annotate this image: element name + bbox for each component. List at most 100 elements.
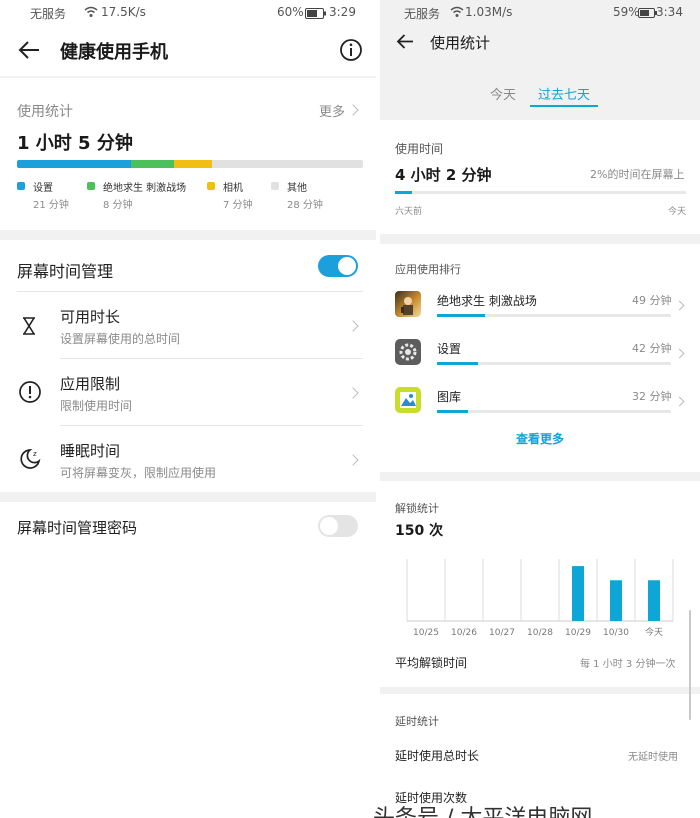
chevron-right-icon [674,396,685,407]
usage-segment [211,160,363,168]
usage-time-card: 使用时间 4 小时 2 分钟 2%的时间在屏幕上 六天前 今天 [380,120,700,234]
usage-percent-text: 2%的时间在屏幕上 [590,168,685,181]
page-title: 使用统计 [430,34,491,52]
back-arrow-icon[interactable] [396,33,414,50]
chevron-right-icon [347,104,359,116]
unlock-card: 解锁统计 150 次 10/25 10/26 10/27 10/28 10/29 10/3… [380,481,700,687]
right-screen: 无服务 1.03M/s 59% 3:34 使用统计 今天 过去七天 使用时间 4… [380,0,700,818]
usage-segment [130,160,174,168]
chevron-right-icon [347,454,359,466]
chevron-right-icon [674,348,685,359]
app-usage-bar [437,362,479,365]
app-name: 绝地求生 刺激战场 [437,294,537,308]
see-more-button[interactable]: 查看更多 [380,430,700,447]
chart-bar [648,580,660,621]
app-row[interactable]: 绝地求生 刺激战场 49 分钟 [380,280,700,326]
password-title: 屏幕时间管理密码 [17,519,138,537]
hourglass-icon [21,317,37,335]
chart-bar [572,566,584,621]
item-title: 睡眠时间 [60,442,121,460]
tab-past-seven-days[interactable]: 过去七天 [538,84,590,103]
usage-progress-bar [395,191,686,194]
legend-swatch [207,182,215,190]
avg-unlock-value: 每 1 小时 3 分钟一次 [580,659,676,670]
carrier-text: 无服务 [30,7,67,21]
chart-bar [610,580,622,621]
wifi-icon [84,6,98,18]
carrier-text: 无服务 [404,7,441,21]
item-subtitle: 设置屏幕使用的总时间 [60,332,181,346]
ranking-label: 应用使用排行 [395,263,461,276]
info-icon[interactable] [339,38,363,62]
list-item-app-limits[interactable]: 应用限制 限制使用时间 [0,359,376,425]
item-title: 可用时长 [60,308,121,326]
tab-bar: 今天 过去七天 [380,78,700,120]
legend-minutes: 8 分钟 [103,200,133,211]
left-screen: 无服务 17.5K/s 60% 3:29 健康使用手机 使用统计 更多 1 小时… [0,0,376,818]
settings-app-icon [395,339,421,365]
legend-name: 设置 [33,183,53,194]
avg-unlock-label: 平均解锁时间 [395,656,468,670]
password-toggle[interactable] [318,515,358,537]
battery-percent: 60% [277,5,304,19]
scrollbar[interactable] [689,610,691,720]
chevron-right-icon [347,320,359,332]
moon-icon: z [18,447,42,471]
app-time: 42 分钟 [632,342,672,355]
legend-swatch [17,182,25,190]
usage-stacked-bar [17,160,363,168]
delay-label: 延时统计 [395,715,439,728]
list-item-available-time[interactable]: 可用时长 设置屏幕使用的总时间 [0,292,376,358]
game-app-icon [395,291,421,317]
clock: 3:29 [329,5,356,19]
app-time: 49 分钟 [632,294,672,307]
network-speed: 17.5K/s [101,5,146,19]
legend-swatch [271,182,279,190]
usage-segment [173,160,212,168]
unlock-count: 150 次 [395,523,444,539]
legend-swatch [87,182,95,190]
chart-tick-label: 10/29 [565,628,591,638]
more-link[interactable]: 更多 [319,101,345,120]
watermark: 头条号 / 太平洋电脑网 [373,800,592,818]
unlock-label: 解锁统计 [395,502,439,515]
item-title: 应用限制 [60,375,121,393]
delay-total-value: 无延时使用 [628,752,678,763]
tab-indicator [530,105,598,107]
app-time: 32 分钟 [632,390,672,403]
clock: 3:34 [656,5,683,19]
battery-icon [305,8,327,19]
legend-minutes: 7 分钟 [223,200,253,211]
usage-total: 1 小时 5 分钟 [17,133,133,154]
app-row[interactable]: 图库 32 分钟 [380,376,700,422]
screen-time-card: 屏幕时间管理 可用时长 设置屏幕使用的总时间 应用限制 限制使用时间 z 睡眠时 [0,240,376,492]
item-subtitle: 限制使用时间 [60,399,133,413]
delay-total-label: 延时使用总时长 [395,749,480,763]
legend-name: 其他 [287,183,307,194]
chart-tick-label: 10/28 [527,628,553,638]
list-item-sleep-time[interactable]: z 睡眠时间 可将屏幕变灰，限制应用使用 [0,426,376,492]
usage-time-label: 使用时间 [395,142,444,156]
wifi-icon [450,6,464,18]
legend-minutes: 21 分钟 [33,200,69,211]
back-arrow-icon[interactable] [18,40,40,60]
app-name: 设置 [437,342,462,356]
chart-tick-label: 10/30 [603,628,629,638]
usage-segment [17,160,131,168]
usage-time-total: 4 小时 2 分钟 [395,166,492,184]
app-row[interactable]: 设置 42 分钟 [380,328,700,374]
usage-card[interactable]: 使用统计 更多 1 小时 5 分钟 设置 21 分钟 绝地求生 刺激战场 8 分钟 相机… [0,78,376,230]
chart-tick-label: 今天 [645,626,663,638]
usage-label: 使用统计 [17,104,73,120]
app-usage-bar [437,314,485,317]
gallery-app-icon [395,387,421,413]
screen-time-toggle[interactable] [318,255,358,277]
tab-today[interactable]: 今天 [490,84,516,103]
battery-percent: 59% [613,5,640,19]
chart-tick-label: 10/26 [451,628,477,638]
status-bar: 无服务 17.5K/s 60% 3:29 [0,0,376,26]
password-card: 屏幕时间管理密码 [0,502,376,818]
battery-icon [638,8,658,18]
legend-name: 相机 [223,183,243,194]
app-usage-bar [437,410,469,413]
